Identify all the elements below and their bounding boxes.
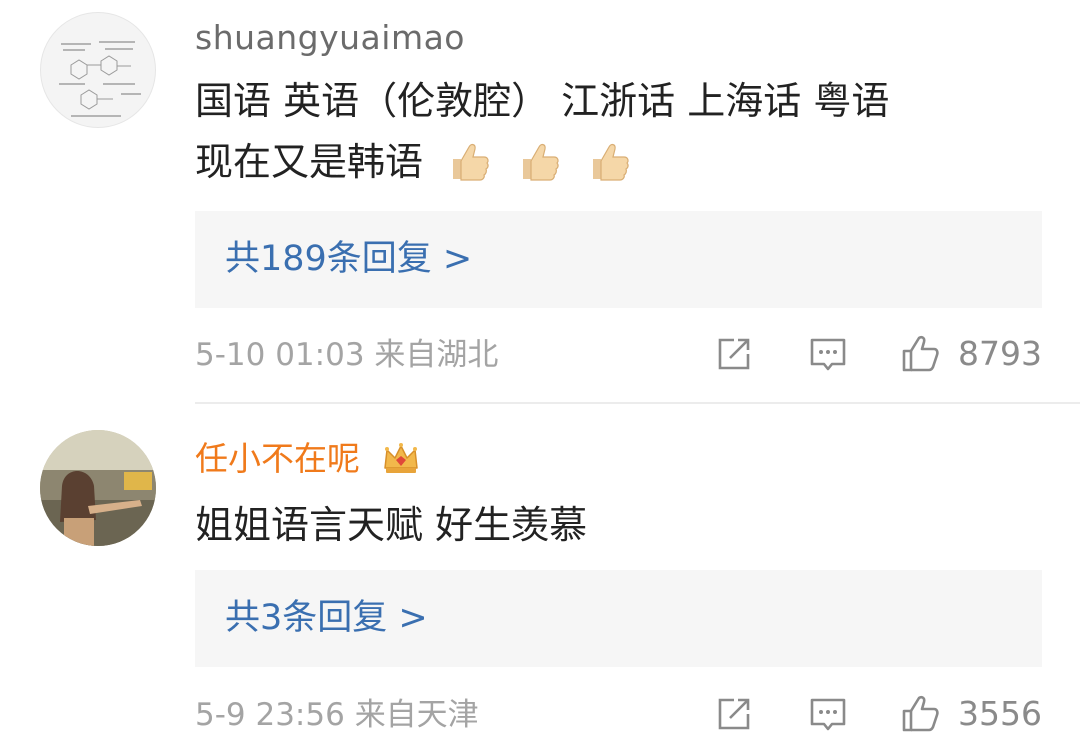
location: 来自天津 [354, 697, 479, 733]
comment-text-line: 国语 英语（伦敦腔） 江浙话 上海话 粤语 [195, 79, 890, 123]
comment-meta: 5-9 23:56 来自天津 [195, 695, 479, 735]
crown-icon[interactable] [381, 438, 421, 478]
username[interactable]: shuangyuaimao [195, 18, 465, 58]
username-text: 任小不在呢 [195, 439, 360, 478]
share-icon[interactable] [714, 694, 754, 734]
avatar[interactable] [40, 12, 156, 128]
avatar-image [40, 430, 156, 546]
location: 来自湖北 [374, 337, 499, 373]
comment-text-line: 现在又是韩语 [195, 135, 633, 187]
avatar[interactable] [40, 430, 156, 546]
avatar-image [59, 41, 141, 117]
thumbs-up-emoji-icon [453, 143, 489, 181]
view-replies-button[interactable]: 共189条回复 > [195, 211, 1042, 308]
thumbs-up-emoji-icon [523, 143, 559, 181]
comment-item: 任小不在呢 姐姐语言天赋 好生羡慕 共3条回复 > 5-9 23:56 来自天津… [0, 404, 1080, 750]
like-icon[interactable] [900, 334, 940, 374]
share-icon[interactable] [714, 334, 754, 374]
like-count: 8793 [958, 334, 1042, 373]
comment-icon[interactable] [808, 694, 848, 734]
comment-text-line: 姐姐语言天赋 好生羡慕 [195, 503, 588, 547]
username[interactable]: 任小不在呢 [195, 438, 421, 479]
comment-item: shuangyuaimao 国语 英语（伦敦腔） 江浙话 上海话 粤语 现在又是… [0, 0, 1080, 402]
like-icon[interactable] [900, 694, 940, 734]
like-count: 3556 [958, 694, 1042, 733]
view-replies-label: 共189条回复 > [225, 239, 473, 279]
thumbs-up-emoji-icon [593, 143, 629, 181]
comment-icon[interactable] [808, 334, 848, 374]
comment-text: 现在又是韩语 [195, 140, 424, 184]
timestamp: 5-9 23:56 [195, 697, 345, 733]
view-replies-button[interactable]: 共3条回复 > [195, 570, 1042, 667]
timestamp: 5-10 01:03 [195, 337, 365, 373]
comment-meta: 5-10 01:03 来自湖北 [195, 335, 498, 375]
view-replies-label: 共3条回复 > [225, 598, 428, 638]
